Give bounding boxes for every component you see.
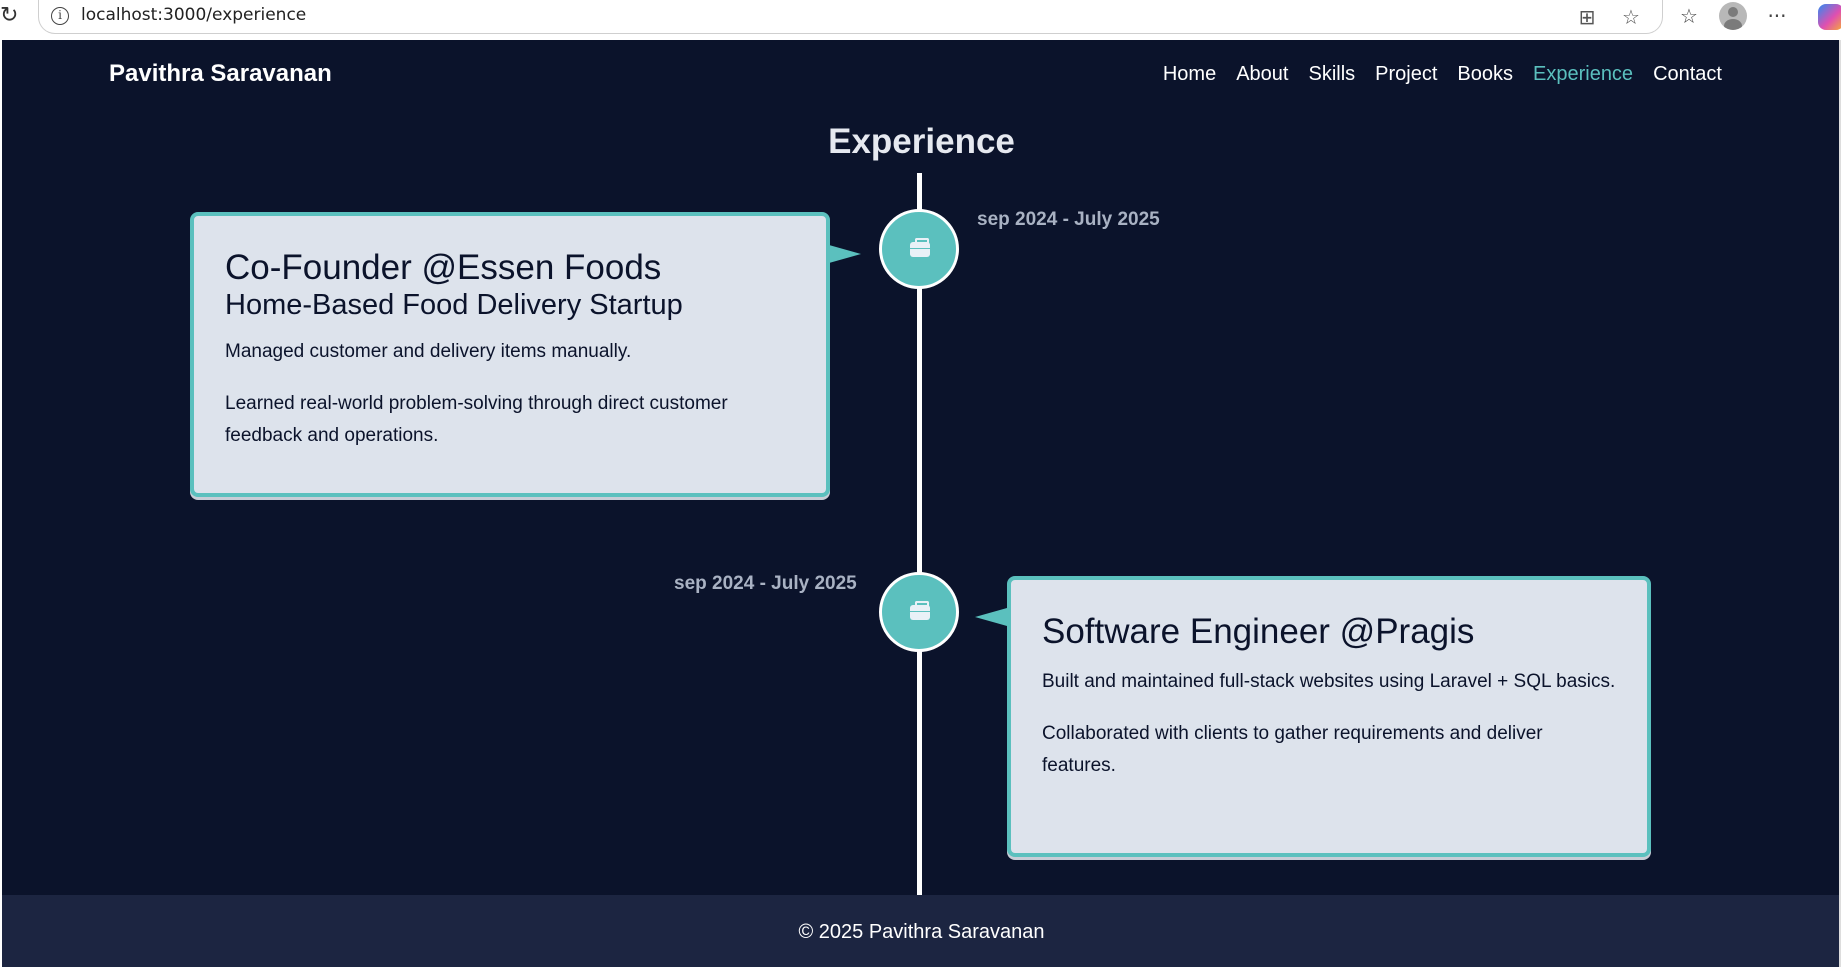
timeline-node-2 bbox=[879, 572, 959, 652]
briefcase-icon bbox=[910, 238, 930, 257]
experience-subtitle: Home-Based Food Delivery Startup bbox=[225, 289, 683, 321]
site-footer: © 2025 Pavithra Saravanan bbox=[2, 895, 1841, 967]
experience-title: Co-Founder @Essen Foods bbox=[225, 248, 662, 287]
page-body: Pavithra Saravanan Home About Skills Pro… bbox=[2, 40, 1841, 967]
card-pointer bbox=[829, 245, 861, 263]
experience-point: Built and maintained full-stack websites… bbox=[1042, 671, 1616, 692]
experience-point: Collaborated with clients to gather requ… bbox=[1042, 723, 1543, 776]
nav-link-skills[interactable]: Skills bbox=[1308, 63, 1355, 86]
timeline-node-1 bbox=[879, 209, 959, 289]
nav-link-experience[interactable]: Experience bbox=[1533, 63, 1633, 86]
main-nav: Home About Skills Project Books Experien… bbox=[1163, 63, 1722, 86]
nav-link-home[interactable]: Home bbox=[1163, 63, 1216, 86]
experience-point: Learned real-world problem-solving throu… bbox=[225, 393, 728, 446]
nav-link-books[interactable]: Books bbox=[1457, 63, 1513, 86]
experience-date: sep 2024 - July 2025 bbox=[674, 573, 857, 594]
more-options-icon[interactable]: ··· bbox=[1763, 2, 1791, 30]
experience-title: Software Engineer @Pragis bbox=[1042, 612, 1475, 651]
nav-link-contact[interactable]: Contact bbox=[1653, 63, 1722, 86]
reload-icon[interactable]: ↻ bbox=[0, 3, 26, 29]
browser-toolbar: ↻ i localhost:3000/experience ⊞ ☆ ☆ ··· bbox=[0, 0, 1841, 40]
url-text[interactable]: localhost:3000/experience bbox=[81, 5, 306, 25]
favorites-list-icon[interactable]: ☆ bbox=[1675, 2, 1703, 30]
nav-link-about[interactable]: About bbox=[1236, 63, 1288, 86]
site-info-icon[interactable]: i bbox=[51, 7, 69, 25]
experience-card-1: Co-Founder @Essen Foods Home-Based Food … bbox=[190, 212, 830, 497]
experience-date: sep 2024 - July 2025 bbox=[977, 209, 1160, 230]
experience-point: Managed customer and delivery items manu… bbox=[225, 341, 632, 362]
app-available-icon[interactable]: ⊞ bbox=[1574, 4, 1600, 30]
site-brand[interactable]: Pavithra Saravanan bbox=[109, 60, 332, 88]
profile-avatar-icon[interactable] bbox=[1719, 2, 1747, 30]
briefcase-icon bbox=[910, 601, 930, 620]
copilot-icon[interactable] bbox=[1818, 4, 1841, 30]
nav-link-project[interactable]: Project bbox=[1375, 63, 1437, 86]
page-title: Experience bbox=[828, 122, 1015, 161]
address-bar[interactable]: i localhost:3000/experience ⊞ ☆ bbox=[38, 0, 1663, 34]
experience-card-2: Software Engineer @Pragis Built and main… bbox=[1007, 576, 1651, 857]
card-pointer bbox=[975, 608, 1007, 626]
favorite-star-icon[interactable]: ☆ bbox=[1618, 4, 1644, 30]
